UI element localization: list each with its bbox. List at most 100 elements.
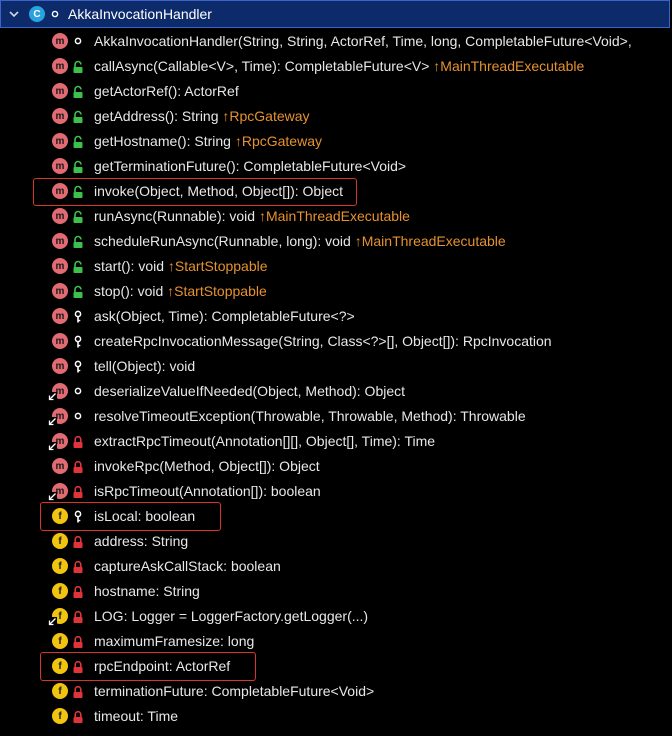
chevron-down-icon[interactable] <box>7 7 21 21</box>
highlight-box <box>40 502 222 531</box>
method-icon: m <box>52 58 68 74</box>
protected-key-icon <box>74 310 82 323</box>
public-lock-icon <box>73 285 83 298</box>
method-row[interactable]: m resolveTimeoutException(Throwable, Thro… <box>0 404 672 429</box>
class-icon: C <box>29 6 45 22</box>
member-signature: runAsync(Runnable): void <box>94 208 256 224</box>
method-icon: m <box>52 308 68 324</box>
inherited-from-label: ↑MainThreadExecutable <box>429 58 585 74</box>
member-signature: hostname: String <box>94 583 200 599</box>
public-lock-icon <box>73 60 83 73</box>
static-overlay-icon <box>48 492 57 501</box>
inherited-from-label: ↑MainThreadExecutable <box>255 208 410 224</box>
private-lock-icon <box>73 710 83 723</box>
private-lock-icon <box>73 685 83 698</box>
member-signature: captureAskCallStack: boolean <box>94 558 281 574</box>
public-lock-icon <box>73 160 83 173</box>
method-row[interactable]: m callAsync(Callable<V>, Time): Completab… <box>0 54 672 79</box>
field-row[interactable]: f timeout: Time <box>0 704 672 729</box>
private-lock-icon <box>73 585 83 598</box>
member-signature: scheduleRunAsync(Runnable, long): void <box>94 233 351 249</box>
method-row[interactable]: m invoke(Object, Method, Object[]): Objec… <box>0 178 672 206</box>
class-name: AkkaInvocationHandler <box>68 6 212 22</box>
public-lock-icon <box>73 235 83 248</box>
field-row[interactable]: f rpcEndpoint: ActorRef <box>0 652 672 681</box>
public-lock-icon <box>73 260 83 273</box>
private-lock-icon <box>73 435 83 448</box>
field-row[interactable]: f captureAskCallStack: boolean <box>0 554 672 579</box>
protected-key-icon <box>74 360 82 373</box>
method-row[interactable]: m getTerminationFuture(): CompletableFutu… <box>0 154 672 179</box>
member-signature: terminationFuture: CompletableFuture<Voi… <box>94 683 375 699</box>
protected-key-icon <box>74 335 82 348</box>
method-icon: m <box>52 208 68 224</box>
package-visibility-icon <box>74 387 82 395</box>
field-row[interactable]: f maximumFramesize: long <box>0 629 672 654</box>
method-icon: m <box>52 33 68 49</box>
method-icon: m <box>52 83 68 99</box>
structure-header-row[interactable]: C AkkaInvocationHandler <box>0 0 670 28</box>
inherited-from-label: ↑RpcGateway <box>230 133 322 149</box>
method-row[interactable]: m stop(): void ↑StartStoppable <box>0 279 672 304</box>
method-icon: m <box>52 158 68 174</box>
member-signature: deserializeValueIfNeeded(Object, Method)… <box>94 383 406 399</box>
member-signature: isRpcTimeout(Annotation[]): boolean <box>94 483 321 499</box>
field-row[interactable]: f hostname: String <box>0 579 672 604</box>
member-signature: start(): void <box>94 258 165 274</box>
inherited-from-label: ↑StartStoppable <box>163 283 267 299</box>
member-signature: tell(Object): void <box>94 358 196 374</box>
method-row[interactable]: m extractRpcTimeout(Annotation[][], Objec… <box>0 429 672 454</box>
static-overlay-icon <box>48 417 57 426</box>
highlight-box <box>40 652 257 681</box>
inherited-from-label: ↑StartStoppable <box>164 258 268 274</box>
method-icon: m <box>52 333 68 349</box>
static-overlay-icon <box>48 617 57 626</box>
method-row[interactable]: m getAddress(): String ↑RpcGateway <box>0 104 672 129</box>
member-signature: maximumFramesize: long <box>94 633 255 649</box>
field-icon: f <box>52 533 68 549</box>
package-visibility-icon <box>51 10 59 18</box>
method-row[interactable]: m deserializeValueIfNeeded(Object, Method… <box>0 379 672 404</box>
method-icon: m <box>52 233 68 249</box>
member-signature: getTerminationFuture(): CompletableFutur… <box>94 158 407 174</box>
method-icon: m <box>52 133 68 149</box>
member-signature: getAddress(): String <box>94 108 219 124</box>
inherited-from-label: ↑RpcGateway <box>218 108 310 124</box>
field-row[interactable]: f LOG: Logger = LoggerFactory.getLogger(.… <box>0 604 672 629</box>
field-icon: f <box>52 558 68 574</box>
static-overlay-icon <box>48 392 57 401</box>
method-icon: m <box>52 108 68 124</box>
inherited-from-label: ↑MainThreadExecutable <box>350 233 506 249</box>
method-icon: m <box>52 458 68 474</box>
method-row[interactable]: m getHostname(): String ↑RpcGateway <box>0 129 672 154</box>
field-icon: f <box>52 708 68 724</box>
method-row[interactable]: m AkkaInvocationHandler(String, String, A… <box>0 29 672 54</box>
member-signature: ask(Object, Time): CompletableFuture<?> <box>94 308 355 324</box>
method-row[interactable]: m isRpcTimeout(Annotation[]): boolean <box>0 479 672 504</box>
field-row[interactable]: f isLocal: boolean <box>0 502 672 531</box>
method-row[interactable]: m invokeRpc(Method, Object[]): Object <box>0 454 672 479</box>
field-icon: f <box>52 683 68 699</box>
method-icon: m <box>52 358 68 374</box>
member-signature: extractRpcTimeout(Annotation[][], Object… <box>94 433 436 449</box>
member-signature: resolveTimeoutException(Throwable, Throw… <box>94 408 526 424</box>
private-lock-icon <box>73 485 83 498</box>
field-row[interactable]: f terminationFuture: CompletableFuture<Vo… <box>0 679 672 704</box>
private-lock-icon <box>73 560 83 573</box>
member-signature: getActorRef(): ActorRef <box>94 83 239 99</box>
private-lock-icon <box>73 635 83 648</box>
member-signature: AkkaInvocationHandler(String, String, Ac… <box>94 33 632 49</box>
static-overlay-icon <box>48 442 57 451</box>
method-row[interactable]: m runAsync(Runnable): void ↑MainThreadExe… <box>0 204 672 229</box>
member-signature: timeout: Time <box>94 708 179 724</box>
method-row[interactable]: m createRpcInvocationMessage(String, Clas… <box>0 329 672 354</box>
package-visibility-icon <box>74 412 82 420</box>
method-row[interactable]: m start(): void ↑StartStoppable <box>0 254 672 279</box>
field-row[interactable]: f address: String <box>0 529 672 554</box>
method-row[interactable]: m getActorRef(): ActorRef <box>0 79 672 104</box>
method-row[interactable]: m ask(Object, Time): CompletableFuture<?> <box>0 304 672 329</box>
member-signature: invokeRpc(Method, Object[]): Object <box>94 458 320 474</box>
member-signature: LOG: Logger = LoggerFactory.getLogger(..… <box>94 608 369 624</box>
method-row[interactable]: m scheduleRunAsync(Runnable, long): void … <box>0 229 672 254</box>
method-row[interactable]: m tell(Object): void <box>0 354 672 379</box>
